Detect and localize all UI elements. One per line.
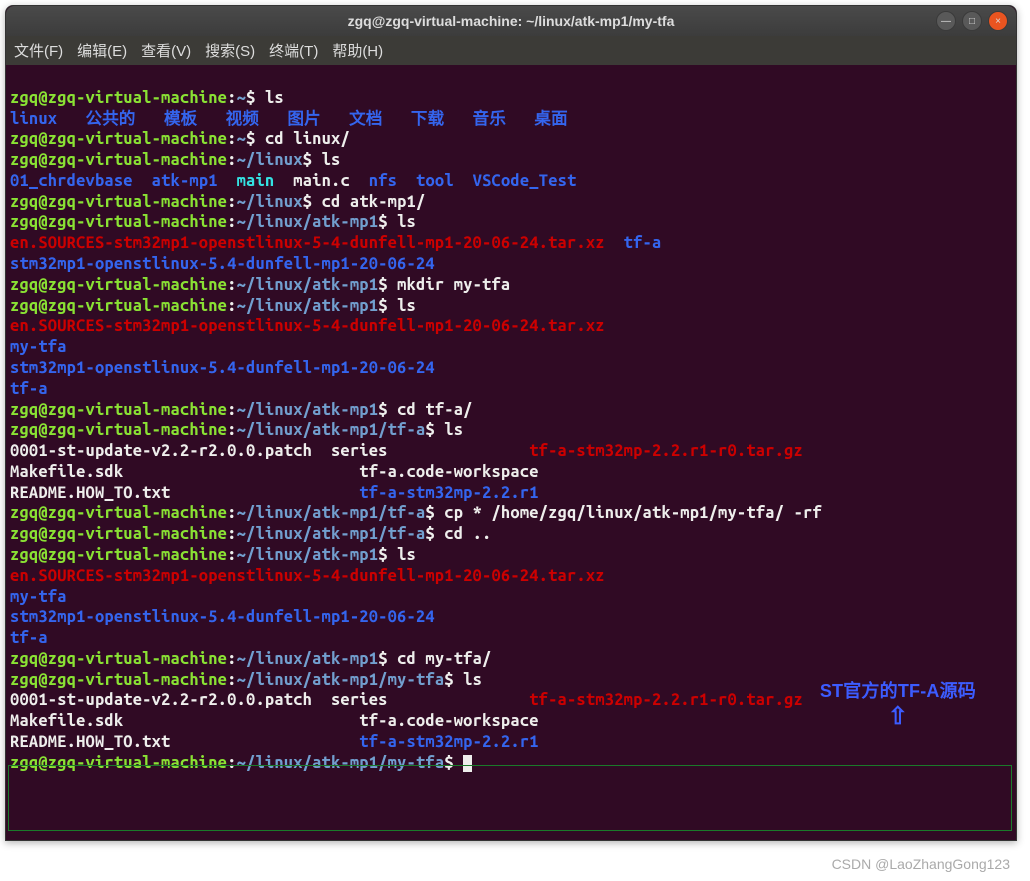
menu-edit[interactable]: 编辑(E) <box>77 40 127 61</box>
tfa-tar: tf-a-stm32mp-2.2.r1-r0.tar.gz <box>529 442 803 460</box>
terminal-window: zgq@zgq-virtual-machine: ~/linux/atk-mp1… <box>5 5 1017 841</box>
watermark: CSDN @LaoZhangGong123 <box>832 856 1010 872</box>
maximize-button[interactable]: □ <box>962 11 982 31</box>
close-button[interactable]: × <box>988 11 1008 31</box>
highlight-box <box>8 765 1012 831</box>
cmd-mkdir: mkdir my-tfa <box>397 276 510 294</box>
menu-search[interactable]: 搜索(S) <box>205 40 255 61</box>
titlebar: zgq@zgq-virtual-machine: ~/linux/atk-mp1… <box>6 6 1016 36</box>
cmd-ls: ls <box>265 89 284 107</box>
cursor <box>463 755 472 772</box>
terminal-body[interactable]: zgq@zgq-virtual-machine:~$ ls linux 公共的 … <box>6 65 1016 840</box>
sources-tar: en.SOURCES-stm32mp1-openstlinux-5-4-dunf… <box>10 234 605 252</box>
annotation-st-source: ST官方的TF-A源码⇧ <box>820 680 976 729</box>
cmd-cd-linux: cd linux/ <box>265 130 350 148</box>
cmd-cp: cp * /home/zgq/linux/atk-mp1/my-tfa/ -rf <box>444 504 822 522</box>
window-title: zgq@zgq-virtual-machine: ~/linux/atk-mp1… <box>6 13 1016 29</box>
arrow-up-icon: ⇧ <box>820 705 976 729</box>
window-controls: — □ × <box>936 11 1008 31</box>
cmd-cd-mytfa: cd my-tfa/ <box>397 650 491 668</box>
menu-view[interactable]: 查看(V) <box>141 40 191 61</box>
dir-linux: linux <box>10 110 57 128</box>
prompt-user: zgq@zgq-virtual-machine <box>10 89 227 107</box>
menu-terminal[interactable]: 终端(T) <box>269 40 318 61</box>
menubar: 文件(F) 编辑(E) 查看(V) 搜索(S) 终端(T) 帮助(H) <box>6 36 1016 65</box>
cmd-cd-atkmp1: cd atk-mp1/ <box>322 193 426 211</box>
cmd-cd-up: cd .. <box>444 525 491 543</box>
menu-help[interactable]: 帮助(H) <box>332 40 383 61</box>
cmd-cd-tfa: cd tf-a/ <box>397 401 473 419</box>
menu-file[interactable]: 文件(F) <box>14 40 63 61</box>
minimize-button[interactable]: — <box>936 11 956 31</box>
